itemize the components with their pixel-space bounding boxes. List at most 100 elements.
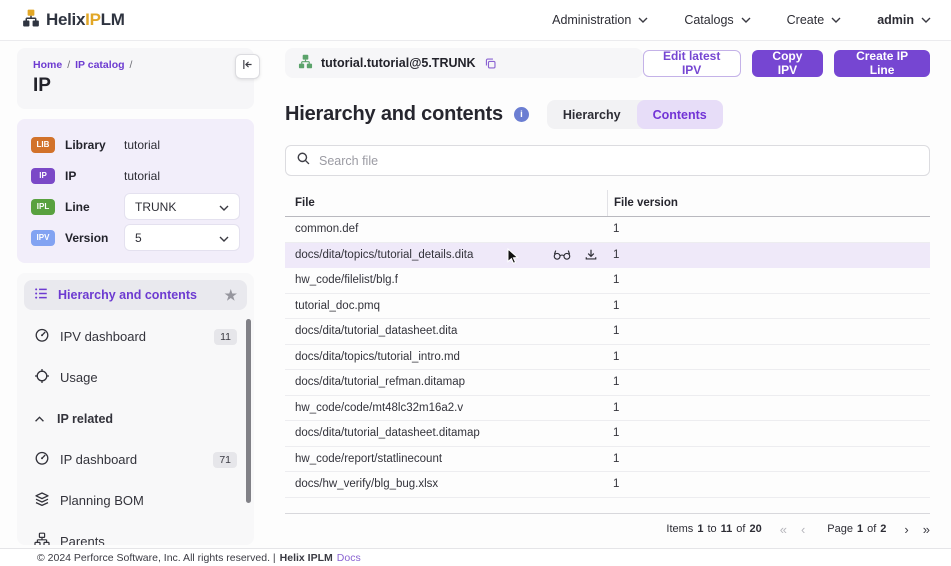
lib-badge: LIB: [31, 137, 55, 153]
sidebar-scrollbar-thumb[interactable]: [246, 319, 251, 503]
sidebar-item-ip-dashboard[interactable]: IP dashboard 71: [24, 439, 247, 480]
tab-hierarchy[interactable]: Hierarchy: [547, 100, 637, 129]
pagination-bar: Items 1 to 11 of 20 « ‹ Page 1 of 2 › »: [285, 513, 930, 536]
top-bar: HelixIPLM Administration Catalogs Create…: [0, 0, 951, 41]
chevron-up-icon: [34, 412, 45, 426]
table-header: File File version: [285, 190, 930, 217]
previous-page-button: ‹: [801, 523, 805, 536]
search-input[interactable]: [319, 154, 919, 168]
column-header-file: File: [285, 190, 607, 216]
download-icon[interactable]: [584, 248, 598, 262]
row-actions: [553, 243, 598, 268]
chevron-down-icon: [741, 17, 751, 23]
column-header-file-version: File version: [607, 190, 930, 216]
ipv-badge: IPV: [31, 230, 55, 246]
ip-info-card: LIB Library tutorial IP IP tutorial IPL …: [17, 119, 254, 263]
breadcrumb-separator: /: [67, 59, 70, 71]
count-badge: 11: [214, 329, 237, 345]
chevron-down-icon: [638, 17, 648, 23]
sidebar-item-parents[interactable]: Parents: [24, 521, 247, 545]
page-title: IP: [33, 75, 238, 97]
view-file-glasses-icon[interactable]: [553, 248, 571, 261]
target-icon: [34, 368, 50, 387]
sidebar-item-ipv-dashboard[interactable]: IPV dashboard 11: [24, 316, 247, 357]
favorite-star-icon[interactable]: ★: [224, 288, 237, 302]
menu-catalogs[interactable]: Catalogs: [684, 13, 750, 27]
copy-icon[interactable]: [484, 57, 497, 70]
collapse-left-icon: [241, 58, 254, 76]
menu-create[interactable]: Create: [787, 13, 842, 27]
org-chart-logo-icon: [22, 9, 40, 32]
table-row[interactable]: docs/dita/tutorial_datasheet.dita 1: [285, 319, 930, 345]
ipv-header-row: tutorial.tutorial@5.TRUNK Edit latest IP…: [285, 48, 930, 78]
edit-latest-ipv-button[interactable]: Edit latest IPV: [643, 50, 741, 77]
section-title: Hierarchy and contents: [285, 103, 503, 126]
collapse-sidebar-button[interactable]: [235, 54, 260, 79]
table-row[interactable]: hw_code/report/statlinecount 1: [285, 447, 930, 473]
table-row[interactable]: docs/dita/tutorial_refman.ditamap 1: [285, 370, 930, 396]
count-badge: 71: [213, 452, 237, 468]
org-chart-green-icon: [298, 54, 313, 72]
breadcrumb-card: Home / IP catalog / IP: [17, 48, 254, 109]
chevron-down-icon: [219, 231, 229, 245]
sidebar-item-hierarchy-and-contents[interactable]: Hierarchy and contents ★: [24, 280, 247, 310]
gauge-icon: [34, 450, 50, 469]
create-ip-line-button[interactable]: Create IP Line: [834, 50, 930, 77]
copy-ipv-button[interactable]: Copy IPV: [752, 50, 823, 77]
breadcrumb-home-link[interactable]: Home: [33, 59, 62, 71]
tab-contents[interactable]: Contents: [637, 100, 723, 129]
search-icon: [296, 151, 311, 171]
gauge-icon: [34, 327, 50, 346]
view-tabs: Hierarchy Contents: [547, 100, 723, 129]
docs-link[interactable]: Docs: [337, 552, 361, 564]
last-page-button[interactable]: »: [923, 523, 930, 536]
top-menu: Administration Catalogs Create admin: [552, 13, 931, 27]
table-row[interactable]: docs/dita/topics/tutorial_intro.md 1: [285, 345, 930, 371]
app-window: HelixIPLM Administration Catalogs Create…: [0, 0, 951, 566]
sidebar-item-usage[interactable]: Usage: [24, 357, 247, 398]
info-icon[interactable]: i: [514, 107, 529, 122]
table-row[interactable]: hw_code/filelist/blg.f 1: [285, 268, 930, 294]
first-page-button: «: [780, 523, 787, 536]
chevron-down-icon: [219, 200, 229, 214]
breadcrumb-ip-catalog-link[interactable]: IP catalog: [75, 59, 124, 71]
action-buttons: Edit latest IPV Copy IPV Create IP Line: [643, 50, 930, 77]
line-select[interactable]: TRUNK: [124, 193, 240, 220]
table-row[interactable]: tutorial_doc.pmq 1: [285, 294, 930, 320]
ipv-chip-label: tutorial.tutorial@5.TRUNK: [321, 56, 476, 70]
sidebar-section-ip-related[interactable]: IP related: [24, 398, 247, 439]
table-row-hovered[interactable]: docs/dita/topics/tutorial_details.dita 1: [285, 243, 930, 269]
sidebar: Home / IP catalog / IP LIB Library tutor…: [17, 48, 254, 545]
file-search-bar: [285, 145, 930, 176]
menu-user-admin[interactable]: admin: [877, 13, 931, 27]
copyright-text: © 2024 Perforce Software, Inc. All right…: [37, 552, 276, 564]
version-select[interactable]: 5: [124, 224, 240, 251]
sidebar-nav: Hierarchy and contents ★ IPV dashboard 1…: [17, 273, 254, 545]
ip-badge: IP: [31, 168, 55, 184]
table-row[interactable]: docs/hw_verify/blg_bug.xlsx 1: [285, 472, 930, 498]
breadcrumb: Home / IP catalog /: [33, 59, 238, 71]
line-row: IPL Line TRUNK: [31, 193, 240, 220]
table-row[interactable]: common.def 1: [285, 217, 930, 243]
ipl-badge: IPL: [31, 199, 55, 215]
chevron-down-icon: [921, 17, 931, 23]
next-page-button[interactable]: ›: [904, 523, 908, 536]
breadcrumb-separator: /: [130, 59, 133, 71]
version-row: IPV Version 5: [31, 224, 240, 251]
ip-row: IP IP tutorial: [31, 162, 240, 189]
table-row[interactable]: hw_code/code/mt48lc32m16a2.v 1: [285, 396, 930, 422]
layers-icon: [34, 491, 50, 510]
brand-name: HelixIPLM: [46, 10, 125, 30]
table-row[interactable]: docs/dita/tutorial_datasheet.ditamap 1: [285, 421, 930, 447]
main-content: tutorial.tutorial@5.TRUNK Edit latest IP…: [285, 48, 930, 536]
footer: © 2024 Perforce Software, Inc. All right…: [0, 548, 951, 566]
helix-iplm-logo[interactable]: HelixIPLM: [22, 9, 125, 32]
sidebar-item-planning-bom[interactable]: Planning BOM: [24, 480, 247, 521]
chevron-down-icon: [831, 17, 841, 23]
ipv-chip: tutorial.tutorial@5.TRUNK: [285, 48, 643, 78]
footer-brand: Helix IPLM: [280, 552, 333, 564]
contents-table: File File version common.def 1 docs/dita…: [285, 190, 930, 498]
org-chart-icon: [34, 532, 50, 545]
menu-administration[interactable]: Administration: [552, 13, 648, 27]
section-title-row: Hierarchy and contents i Hierarchy Conte…: [285, 100, 930, 129]
